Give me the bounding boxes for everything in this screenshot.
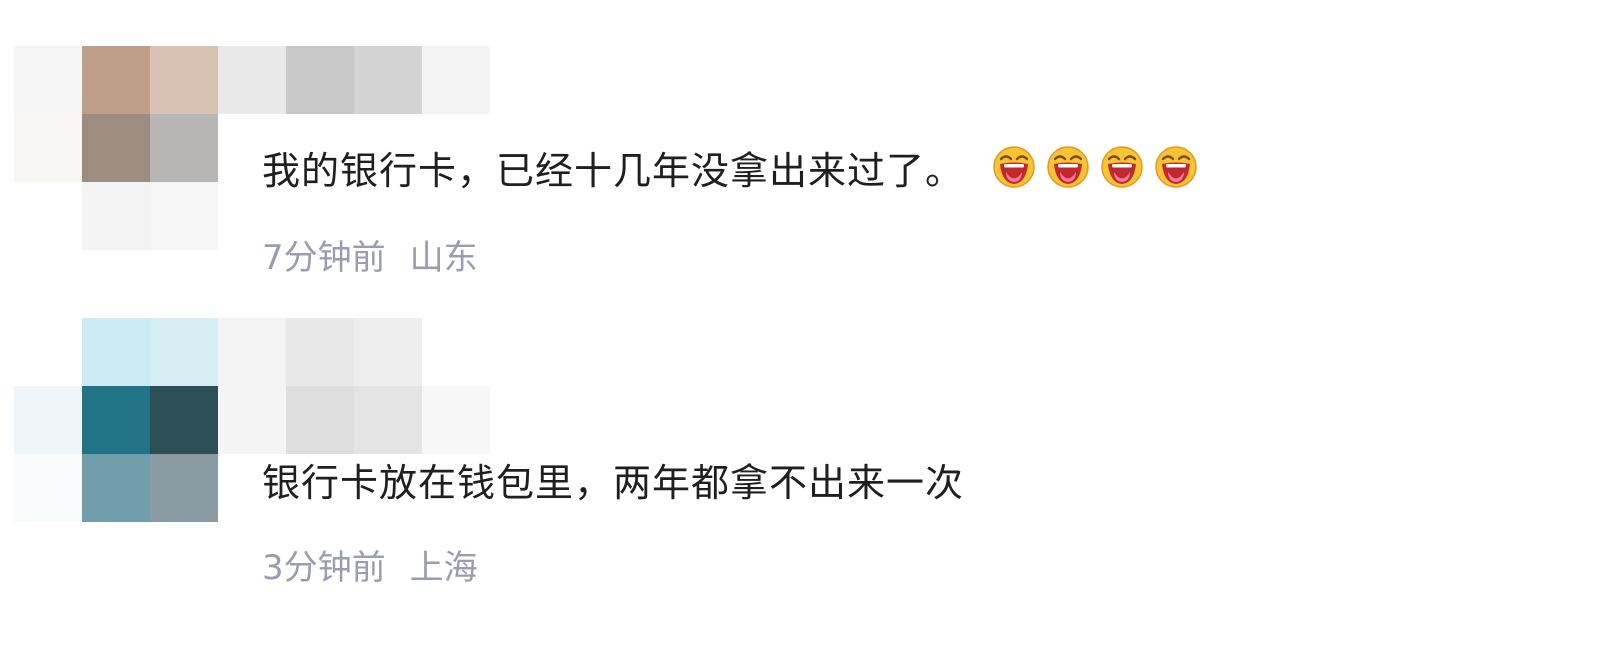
- avatar-pixel: [354, 386, 422, 454]
- comment-text: 银行卡放在钱包里，两年都拿不出来一次: [262, 452, 964, 506]
- avatar-pixel: [82, 454, 150, 522]
- avatar-pixel: [14, 454, 82, 522]
- avatar-pixel: [218, 318, 286, 386]
- avatar-pixel: [150, 182, 218, 250]
- comment-meta: 3分钟前 上海: [262, 540, 478, 589]
- avatar-pixel: [82, 114, 150, 182]
- avatar-pixel: [82, 386, 150, 454]
- comment-location: 上海: [409, 548, 478, 588]
- avatar-pixel: [150, 114, 218, 182]
- avatar-pixel: [422, 386, 490, 454]
- comment-text: 我的银行卡，已经十几年没拿出来过了。: [262, 140, 1198, 194]
- avatar-pixel: [14, 46, 82, 114]
- avatar-pixel: [286, 46, 354, 114]
- avatar-pixel: [150, 386, 218, 454]
- comment-body: 我的银行卡，已经十几年没拿出来过了。: [262, 148, 965, 193]
- laughing-crying-face-icon: [1154, 145, 1198, 189]
- avatar-pixel: [354, 46, 422, 114]
- comment-location: 山东: [409, 238, 478, 278]
- avatar-pixel: [218, 46, 286, 114]
- avatar-pixel: [150, 318, 218, 386]
- avatar-pixel: [286, 318, 354, 386]
- avatar-pixel: [14, 182, 82, 250]
- avatar-pixel: [82, 182, 150, 250]
- comment-time: 3分钟前: [262, 548, 386, 588]
- avatar-pixel: [82, 318, 150, 386]
- avatar-pixel: [14, 386, 82, 454]
- avatar-pixel: [150, 454, 218, 522]
- avatar-pixel: [422, 318, 490, 386]
- comment-body: 银行卡放在钱包里，两年都拿不出来一次: [262, 460, 965, 505]
- laughing-crying-face-icon: [992, 145, 1036, 189]
- comment-meta: 7分钟前 山东: [262, 230, 478, 279]
- comment-time: 7分钟前: [262, 238, 386, 278]
- avatar-pixel: [82, 46, 150, 114]
- avatar-pixel: [422, 46, 490, 114]
- avatar-pixel: [286, 386, 354, 454]
- avatar-pixel: [14, 318, 82, 386]
- avatar-pixel: [218, 386, 286, 454]
- laughing-crying-face-icon: [1100, 145, 1144, 189]
- avatar-pixel: [354, 318, 422, 386]
- avatar-pixel: [14, 114, 82, 182]
- avatar-pixel: [150, 46, 218, 114]
- laughing-crying-face-icon: [1046, 145, 1090, 189]
- emoji-group: [992, 145, 1198, 189]
